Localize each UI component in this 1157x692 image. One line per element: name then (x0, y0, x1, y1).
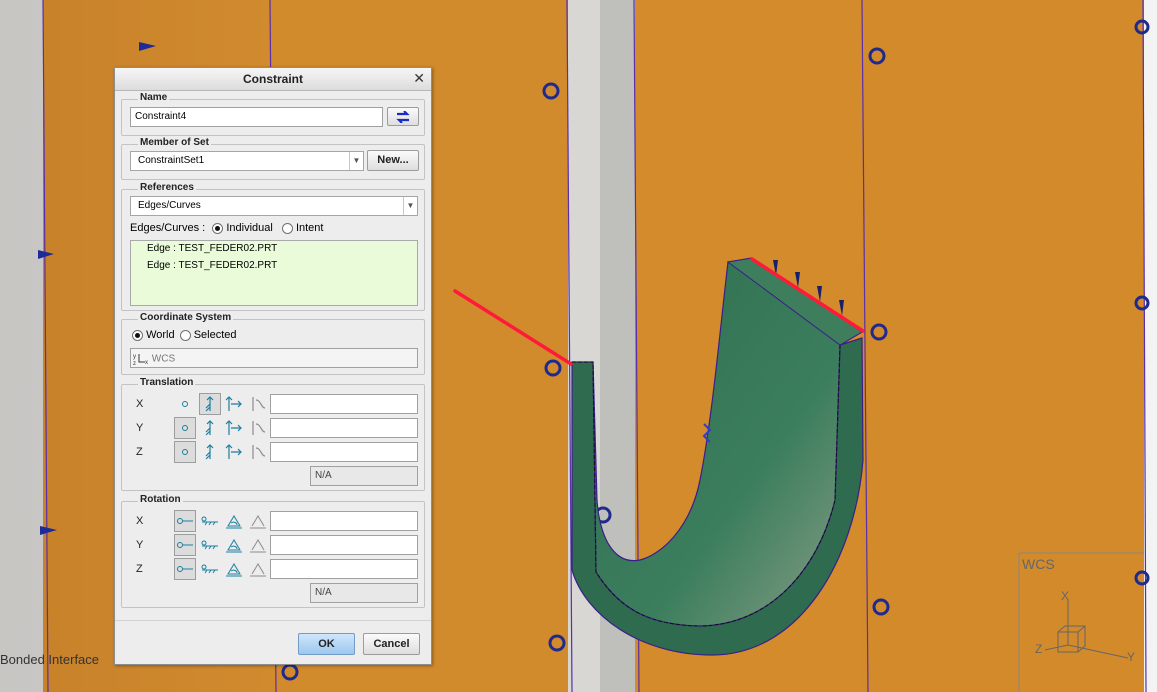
wcs-triad-label: WCS (1022, 556, 1055, 572)
translation-group: Translation X Y Z N/A (121, 377, 425, 491)
rotation-y-function-button[interactable] (247, 534, 269, 556)
reference-type-select[interactable]: Edges/Curves ▼ (130, 196, 418, 216)
rotation-y-prescribed-button[interactable] (223, 534, 245, 556)
close-icon[interactable]: ✕ (413, 70, 425, 87)
translation-z-fixed-button[interactable] (199, 441, 221, 463)
ok-button[interactable]: OK (298, 633, 355, 655)
translation-z-value[interactable] (270, 442, 418, 462)
translation-y-free-button[interactable] (174, 417, 196, 439)
member-of-set-select[interactable]: ConstraintSet1 ▼ (130, 151, 364, 171)
translation-x-label: X (136, 398, 144, 410)
rotation-z-free-button[interactable] (174, 558, 196, 580)
translation-x-fixed-button[interactable] (199, 393, 221, 415)
rotation-y-value[interactable] (270, 535, 418, 555)
cancel-button[interactable]: Cancel (363, 633, 420, 655)
status-label: Bonded Interface (0, 652, 100, 667)
intent-radio[interactable] (281, 222, 293, 234)
name-label: Name (138, 92, 170, 103)
references-label: References (138, 182, 196, 193)
translation-z-function-button[interactable] (247, 441, 269, 463)
coordinate-system-label: Coordinate System (138, 312, 234, 323)
rotation-x-prescribed-button[interactable] (223, 510, 245, 532)
translation-z-prescribed-button[interactable] (223, 441, 245, 463)
translation-z-label: Z (136, 446, 143, 458)
member-of-set-group: Member of Set ConstraintSet1 ▼ New... (121, 137, 425, 180)
coordinate-system-row: World Selected (132, 329, 237, 341)
world-label: World (146, 329, 175, 341)
rotation-label: Rotation (138, 494, 183, 505)
dialog-titlebar[interactable]: Constraint ✕ (115, 68, 431, 91)
rotation-units-field[interactable]: N/A (310, 583, 418, 603)
translation-x-prescribed-button[interactable] (223, 393, 245, 415)
rotation-y-free-button[interactable] (174, 534, 196, 556)
rotation-z-value[interactable] (270, 559, 418, 579)
svg-text:X: X (1061, 589, 1069, 603)
coordinate-system-field[interactable]: yz x WCS (130, 348, 418, 368)
dialog-title: Constraint (243, 72, 303, 86)
coordinate-system-value: WCS (151, 353, 176, 365)
individual-radio[interactable] (212, 222, 224, 234)
list-item[interactable]: Edge : TEST_FEDER02.PRT (131, 242, 417, 259)
list-item[interactable]: Edge : TEST_FEDER02.PRT (131, 259, 417, 276)
selected-radio[interactable] (179, 329, 191, 341)
selected-label: Selected (193, 329, 237, 341)
name-picker-button[interactable] (387, 107, 419, 126)
rotation-x-label: X (136, 515, 144, 527)
chevron-down-icon: ▼ (403, 197, 417, 215)
rotation-x-free-button[interactable] (174, 510, 196, 532)
reference-list[interactable]: Edge : TEST_FEDER02.PRT Edge : TEST_FEDE… (130, 240, 418, 306)
csys-icon: yz x (133, 354, 148, 367)
references-group: References Edges/Curves ▼ Edges/Curves :… (121, 182, 425, 311)
new-set-button[interactable]: New... (367, 150, 419, 171)
translation-y-fixed-button[interactable] (199, 417, 221, 439)
reference-type-value: Edges/Curves (138, 200, 201, 211)
translation-y-label: Y (136, 422, 144, 434)
individual-label: Individual (226, 222, 273, 234)
reference-mode-label: Edges/Curves : (130, 222, 206, 234)
member-of-set-value: ConstraintSet1 (138, 155, 205, 166)
rotation-z-function-button[interactable] (247, 558, 269, 580)
translation-x-value[interactable] (270, 394, 418, 414)
world-radio[interactable] (132, 329, 143, 341)
constraint-dialog: Constraint ✕ Name Constraint4 Member of … (114, 67, 432, 665)
swap-icon (396, 110, 410, 124)
svg-text:Z: Z (1035, 642, 1042, 656)
svg-text:y: y (133, 354, 136, 360)
translation-z-free-button[interactable] (174, 441, 196, 463)
intent-label: Intent (295, 222, 324, 234)
translation-x-free-button[interactable] (174, 393, 196, 415)
rotation-x-function-button[interactable] (247, 510, 269, 532)
rotation-y-label: Y (136, 539, 144, 551)
coordinate-system-group: Coordinate System World Selected yz x WCS (121, 312, 425, 375)
name-group: Name Constraint4 (121, 92, 425, 136)
panel-right-b (862, 0, 1144, 692)
translation-x-function-button[interactable] (247, 393, 269, 415)
translation-y-function-button[interactable] (247, 417, 269, 439)
translation-label: Translation (138, 377, 196, 388)
reference-mode-row: Edges/Curves : Individual Intent (130, 222, 323, 234)
translation-units-field[interactable]: N/A (310, 466, 418, 486)
rotation-z-label: Z (136, 563, 143, 575)
svg-text:z: z (133, 361, 136, 366)
name-input[interactable]: Constraint4 (130, 107, 383, 127)
rotation-group: Rotation X Y Z N/A (121, 494, 425, 608)
chevron-down-icon: ▼ (349, 152, 363, 170)
rotation-x-fixed-button[interactable] (199, 510, 221, 532)
rotation-z-prescribed-button[interactable] (223, 558, 245, 580)
member-of-set-label: Member of Set (138, 137, 211, 148)
svg-text:Y: Y (1127, 650, 1135, 664)
rotation-x-value[interactable] (270, 511, 418, 531)
rotation-z-fixed-button[interactable] (199, 558, 221, 580)
translation-y-prescribed-button[interactable] (223, 417, 245, 439)
translation-y-value[interactable] (270, 418, 418, 438)
rotation-y-fixed-button[interactable] (199, 534, 221, 556)
svg-text:x: x (145, 360, 148, 366)
